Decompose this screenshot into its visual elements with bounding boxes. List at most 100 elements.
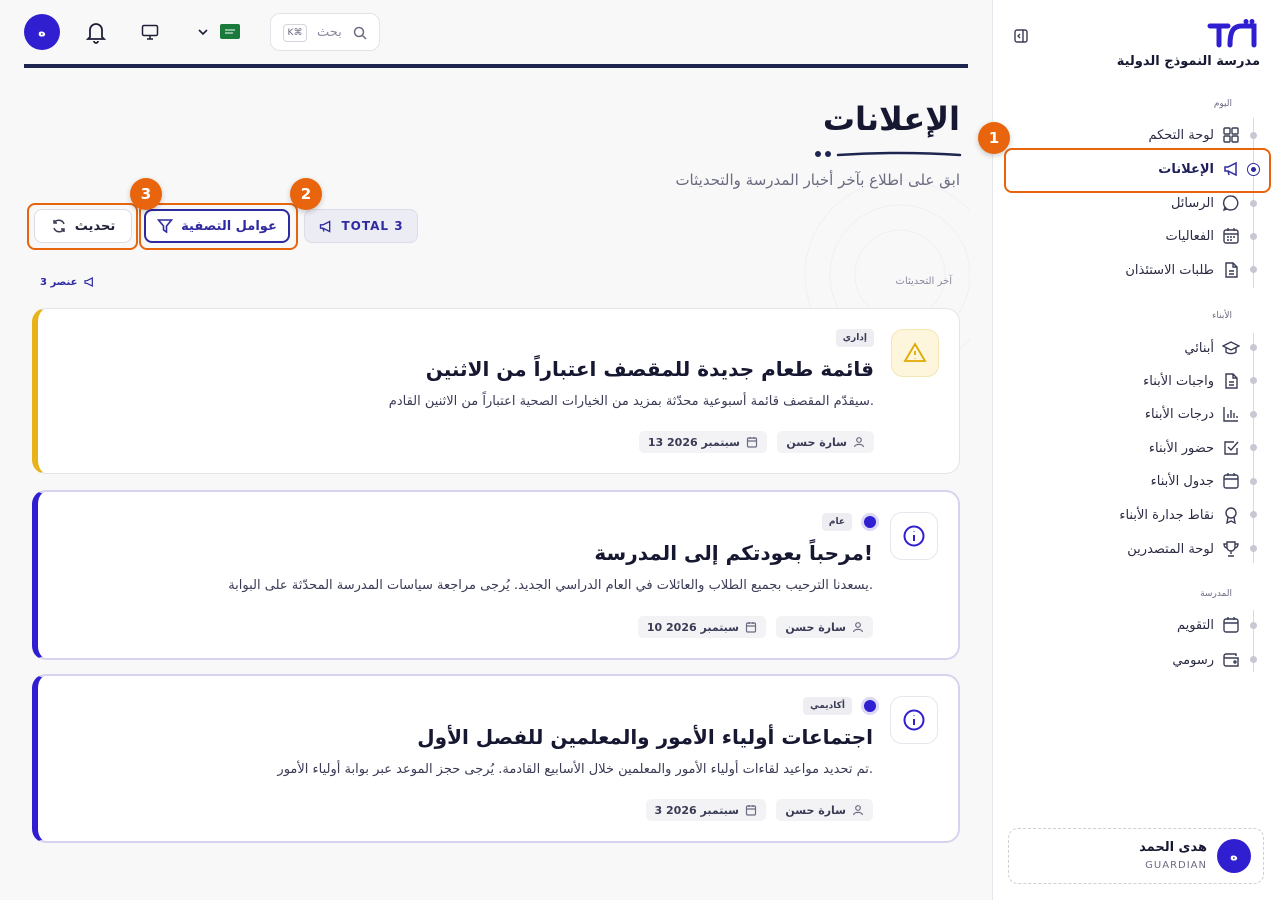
- saudi-flag-icon[interactable]: [220, 24, 240, 39]
- announcement-body: سيقدّم المقصف قائمة أسبوعية محدّثة بمزيد…: [388, 394, 874, 409]
- page-title: الإعلانات: [822, 100, 960, 138]
- nav-dot: [1250, 622, 1257, 629]
- user-icon: [852, 805, 864, 816]
- total-label: TOTAL 3: [341, 219, 404, 233]
- calendar-icon: [746, 437, 758, 448]
- highlight-filters: [139, 203, 298, 250]
- sidebar-item-leaderboard[interactable]: لوحة المتصدرين: [1127, 536, 1240, 562]
- nav-dot: [1250, 656, 1257, 663]
- calendar-icon: [745, 622, 757, 633]
- category-badge: إداري: [835, 329, 874, 347]
- announcement-body: يسعدنا الترحيب بجميع الطلاب والعائلات في…: [228, 578, 873, 593]
- announcement-title: اجتماعات أولياء الأمور والمعلمين للفصل ا…: [417, 725, 873, 749]
- sidebar-item-label: الرسائل: [1170, 195, 1214, 211]
- announcement-date: 13 سبتمبر 2026: [638, 431, 767, 453]
- nav-dot: [1250, 511, 1257, 518]
- school-logo-icon[interactable]: [1206, 18, 1260, 48]
- sidebar-item-label: واجبات الأبناء: [1143, 373, 1214, 389]
- sidebar: مدرسة النموذج الدولية اليوم الأبناء المد…: [992, 0, 1280, 900]
- total-badge: TOTAL 3: [304, 209, 418, 243]
- announcement-card[interactable]: عام مرحباً بعودتكم إلى المدرسة! يسعدنا ا…: [32, 490, 960, 660]
- sidebar-item-label: نقاط جدارة الأبناء: [1119, 507, 1214, 523]
- megaphone-icon: [320, 219, 331, 233]
- sidebar-item-label: الفعاليات: [1165, 228, 1214, 244]
- document-icon: [1225, 373, 1238, 389]
- nav-dot: [1250, 233, 1257, 240]
- category-badge: أكاديمي: [803, 697, 852, 715]
- section-label-children: الأبناء: [1212, 311, 1232, 321]
- highlight-refresh: [27, 203, 138, 250]
- sidebar-item-dashboard[interactable]: لوحة التحكم: [1148, 122, 1240, 148]
- date-text: 13 سبتمبر 2026: [647, 435, 740, 449]
- announcement-title: مرحباً بعودتكم إلى المدرسة!: [594, 541, 873, 565]
- sidebar-item-label: التقويم: [1176, 617, 1214, 633]
- announcement-date: 3 سبتمبر 2026: [645, 799, 766, 821]
- sidebar-item-calendar[interactable]: التقويم: [1177, 612, 1240, 638]
- section-label-school: المدرسة: [1200, 589, 1232, 599]
- sidebar-item-children-attendance[interactable]: حضور الأبناء: [1149, 435, 1240, 461]
- chat-icon: [1222, 195, 1239, 212]
- bar-chart-icon: [1223, 407, 1238, 422]
- topbar-divider: [24, 64, 968, 68]
- announcement-card[interactable]: إداري قائمة طعام جديدة للمقصف اعتباراً م…: [32, 308, 960, 474]
- announcement-date: 10 سبتمبر 2026: [637, 616, 766, 638]
- search-box[interactable]: K⌘ بحث: [270, 13, 380, 51]
- calendar-icon: [1223, 473, 1239, 489]
- date-text: 3 سبتمبر 2026: [654, 803, 739, 817]
- announcement-icon-box: [890, 696, 938, 744]
- megaphone-icon: [84, 277, 94, 287]
- warning-icon: [903, 342, 927, 362]
- sidebar-item-my-fees[interactable]: رسومي: [1172, 647, 1240, 673]
- nav-dot: [1250, 200, 1257, 207]
- school-name: مدرسة النموذج الدولية: [1116, 54, 1260, 69]
- user-card[interactable]: ه هدى الحمد GUARDIAN: [1008, 828, 1264, 884]
- sidebar-item-children-merit[interactable]: نقاط جدارة الأبناء: [1119, 502, 1240, 528]
- sidebar-item-children-grades[interactable]: درجات الأبناء: [1145, 401, 1240, 427]
- topbar-avatar[interactable]: ه: [24, 14, 60, 50]
- chevron-down-icon[interactable]: [197, 26, 209, 38]
- sidebar-item-label: جدول الأبناء: [1150, 473, 1214, 489]
- sidebar-item-events[interactable]: الفعاليات: [1166, 223, 1240, 249]
- nav-dot: [1250, 344, 1257, 351]
- user-icon: [853, 437, 865, 448]
- bell-icon[interactable]: [85, 20, 107, 44]
- marker-3: 3: [130, 178, 162, 210]
- sidebar-item-leave-requests[interactable]: طلبات الاستئذان: [1125, 257, 1240, 283]
- calendar-icon: [1223, 617, 1239, 633]
- nav-dot: [1250, 266, 1257, 273]
- sidebar-item-children-schedule[interactable]: جدول الأبناء: [1151, 468, 1240, 494]
- graduation-cap-icon: [1222, 341, 1240, 355]
- author-name: سارة حسن: [785, 620, 846, 634]
- announcement-author: سارة حسن: [777, 431, 874, 453]
- trophy-icon: [1223, 541, 1239, 557]
- announcement-card[interactable]: أكاديمي اجتماعات أولياء الأمور والمعلمين…: [32, 674, 960, 843]
- nav-dot: [1250, 444, 1257, 451]
- item-count: 3 عنصر: [40, 276, 95, 288]
- user-role: GUARDIAN: [1145, 860, 1207, 871]
- sidebar-item-my-children[interactable]: أبنائي: [1184, 335, 1240, 361]
- award-icon: [1225, 507, 1237, 524]
- page-subtitle: ابق على اطلاع بآخر أخبار المدرسة والتحدي…: [675, 171, 960, 189]
- search-icon: [353, 26, 367, 40]
- monitor-icon[interactable]: [141, 23, 159, 41]
- announcement-icon-box: [890, 512, 938, 560]
- nav-dot: [1250, 377, 1257, 384]
- nav-dot: [1250, 411, 1257, 418]
- sidebar-item-label: لوحة المتصدرين: [1127, 541, 1214, 557]
- user-icon: [852, 622, 864, 633]
- info-icon: [903, 709, 925, 731]
- title-underline: [815, 151, 962, 157]
- sidebar-item-label: حضور الأبناء: [1148, 440, 1214, 456]
- date-text: 10 سبتمبر 2026: [646, 620, 739, 634]
- user-name: هدى الحمد: [1139, 840, 1207, 855]
- section-label-today: اليوم: [1213, 99, 1232, 109]
- dashboard-icon: [1223, 127, 1239, 143]
- sidebar-collapse-icon[interactable]: [1013, 28, 1029, 44]
- sidebar-item-children-homework[interactable]: واجبات الأبناء: [1143, 368, 1240, 394]
- shortcut-hint: K⌘: [283, 24, 307, 42]
- nav-dot: [1250, 545, 1257, 552]
- announcement-body: تم تحديد مواعيد لقاءات أولياء الأمور وال…: [277, 762, 873, 777]
- sidebar-item-label: درجات الأبناء: [1144, 406, 1214, 422]
- unread-dot: [864, 516, 876, 528]
- sidebar-item-messages[interactable]: الرسائل: [1171, 190, 1240, 216]
